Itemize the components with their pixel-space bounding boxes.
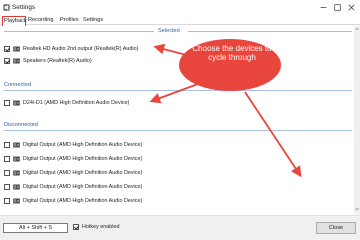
hotkey-input[interactable]: Alt + Shift + S — [3, 223, 68, 233]
settings-window: Settings Playback Recording Profiles Set… — [0, 0, 360, 240]
annotation-text: Choose the devices to cycle through — [192, 44, 272, 63]
annotation-arrows — [149, 43, 302, 178]
hotkey-enabled-toggle[interactable]: Hotkey enabled — [73, 224, 119, 230]
hotkey-enabled-checkbox[interactable] — [73, 224, 79, 230]
close-button[interactable]: Close — [316, 222, 356, 234]
arrow-to-disconnected — [244, 91, 302, 178]
hotkey-enabled-label: Hotkey enabled — [82, 224, 120, 230]
